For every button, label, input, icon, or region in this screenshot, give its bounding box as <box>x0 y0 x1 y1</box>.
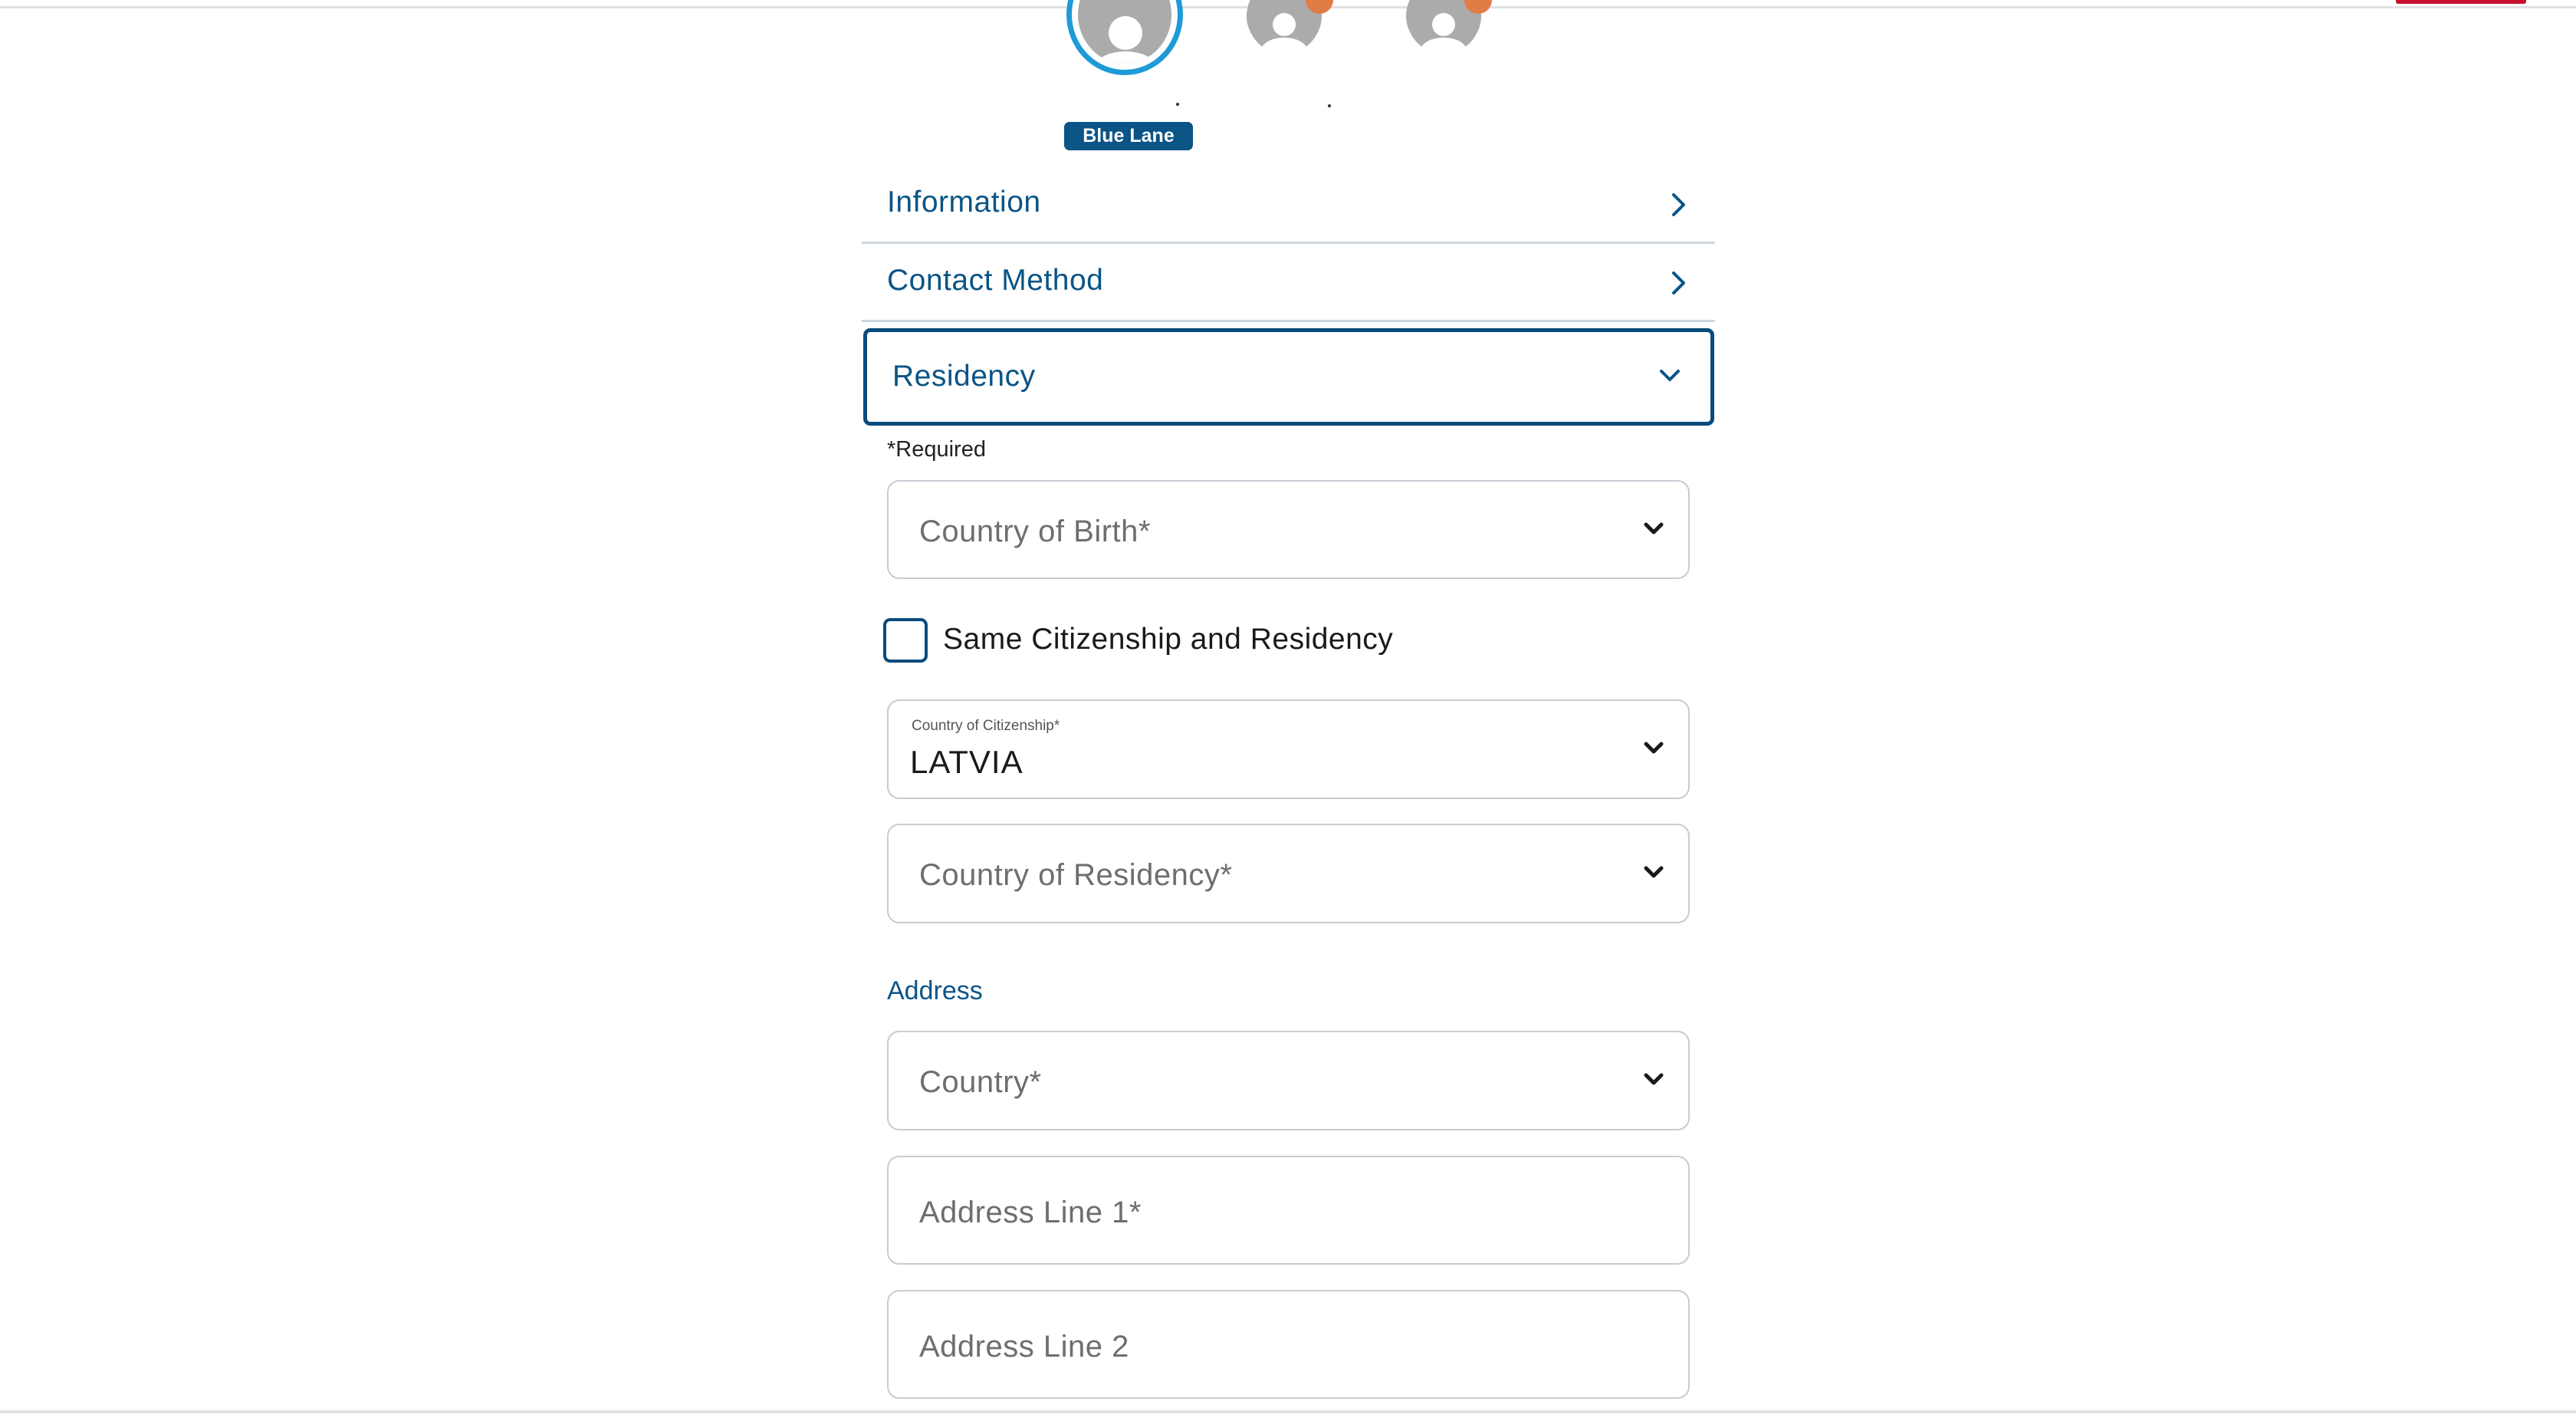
traveler-name-marker <box>1328 104 1331 107</box>
lane-badge: Blue Lane <box>1064 122 1193 150</box>
header-accent-bar <box>2396 0 2526 4</box>
country-of-residency-placeholder: Country of Residency* <box>919 858 1233 892</box>
chevron-down-icon <box>1660 370 1680 381</box>
required-note: *Required <box>887 437 986 462</box>
chevron-right-icon <box>1672 271 1685 294</box>
accordion-label: Residency <box>892 360 1036 393</box>
accordion-label: Information <box>887 186 1041 219</box>
address-line-2-input[interactable]: Address Line 2 <box>887 1290 1690 1399</box>
accordion-residency[interactable]: Residency <box>863 328 1714 426</box>
same-citizenship-label[interactable]: Same Citizenship and Residency <box>943 623 1393 656</box>
bottom-divider <box>0 1410 2576 1413</box>
chevron-down-icon <box>1644 742 1664 754</box>
country-of-birth-select[interactable]: Country of Birth* <box>887 480 1690 579</box>
address-country-placeholder: Country* <box>919 1065 1042 1099</box>
chevron-down-icon <box>1644 1073 1664 1085</box>
same-citizenship-checkbox[interactable] <box>883 618 928 663</box>
country-of-citizenship-value: LATVIA <box>910 744 1024 780</box>
country-of-citizenship-label: Country of Citizenship* <box>912 718 1060 734</box>
address-line-2-placeholder: Address Line 2 <box>919 1330 1129 1364</box>
traveler-name-marker <box>1176 103 1179 106</box>
address-line-1-placeholder: Address Line 1* <box>919 1196 1142 1229</box>
address-country-select[interactable]: Country* <box>887 1031 1690 1130</box>
country-of-citizenship-select[interactable]: Country of Citizenship* LATVIA <box>887 699 1690 799</box>
country-of-birth-placeholder: Country of Birth* <box>919 515 1151 548</box>
address-line-1-input[interactable]: Address Line 1* <box>887 1156 1690 1265</box>
country-of-residency-select[interactable]: Country of Residency* <box>887 824 1690 923</box>
accordion-information[interactable]: Information <box>862 167 1715 244</box>
accordion-contact-method[interactable]: Contact Method <box>862 245 1715 322</box>
chevron-down-icon <box>1644 866 1664 878</box>
traveler-avatar-selected[interactable] <box>1066 0 1183 75</box>
chevron-down-icon <box>1644 522 1664 535</box>
accordion-label: Contact Method <box>887 264 1104 297</box>
chevron-right-icon <box>1672 193 1685 216</box>
address-section-title: Address <box>887 976 983 1005</box>
person-icon <box>1078 0 1171 64</box>
